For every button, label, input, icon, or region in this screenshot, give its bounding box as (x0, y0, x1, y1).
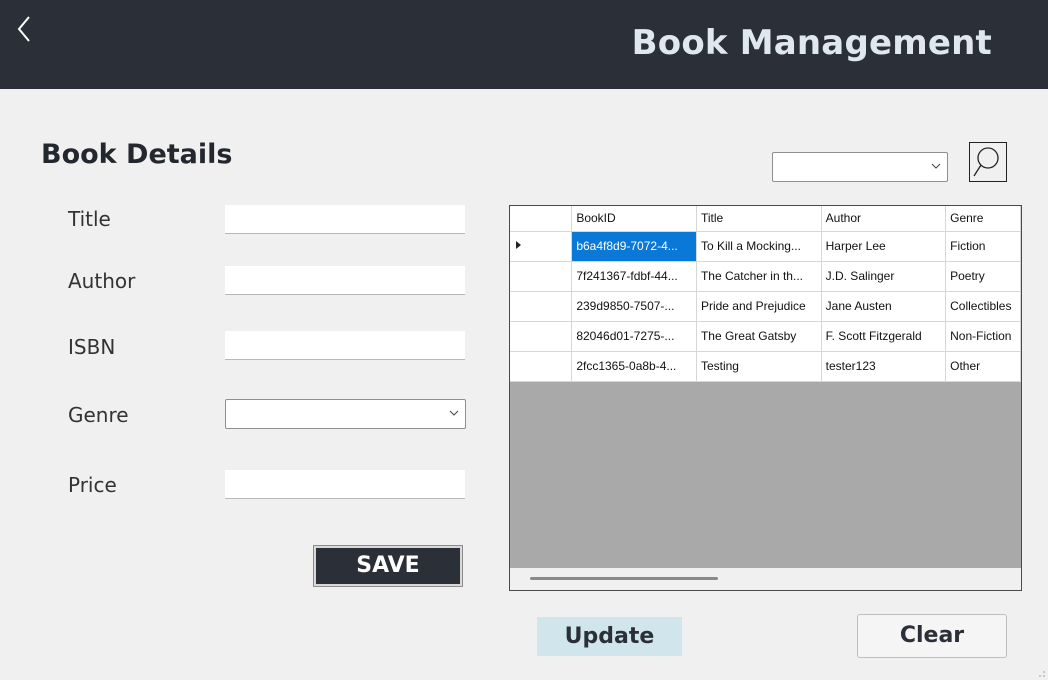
genre-dropdown[interactable] (225, 399, 466, 429)
chevron-down-icon (931, 163, 941, 169)
author-input[interactable] (225, 266, 465, 295)
table-cell[interactable]: 239d9850-7507-... (571, 291, 697, 322)
row-header[interactable] (510, 261, 573, 292)
chevron-down-icon (449, 410, 459, 416)
table-cell[interactable]: Testing (696, 351, 822, 382)
isbn-label: ISBN (68, 335, 116, 359)
price-input[interactable] (225, 470, 465, 499)
books-table: BookID Title Author Genre b6a4f8d9-7072-… (510, 206, 1021, 382)
update-button[interactable]: Update (537, 617, 682, 656)
title-bar: Book Management (0, 0, 1048, 89)
table-row[interactable]: 82046d01-7275-... The Great Gatsby F. Sc… (510, 321, 1021, 352)
chevron-left-icon (17, 16, 30, 42)
resize-grip-icon[interactable] (1038, 670, 1046, 678)
current-row-arrow-icon (516, 241, 521, 249)
table-cell[interactable]: Other (945, 351, 1021, 382)
search-dropdown[interactable] (772, 152, 948, 182)
table-cell[interactable]: The Great Gatsby (696, 321, 822, 352)
table-cell[interactable]: b6a4f8d9-7072-4... (571, 231, 697, 262)
horizontal-scrollbar[interactable] (510, 568, 1021, 590)
genre-label: Genre (68, 403, 129, 427)
table-cell[interactable]: Pride and Prejudice (696, 291, 822, 322)
price-label: Price (68, 473, 117, 497)
column-header-genre[interactable]: Genre (945, 206, 1021, 232)
section-title: Book Details (41, 139, 233, 170)
clear-button[interactable]: Clear (857, 614, 1007, 658)
table-cell[interactable]: Collectibles (945, 291, 1021, 322)
table-cell[interactable]: Non-Fiction (945, 321, 1021, 352)
table-cell[interactable]: F. Scott Fitzgerald (821, 321, 947, 352)
table-cell[interactable]: J.D. Salinger (821, 261, 947, 292)
author-label: Author (68, 269, 136, 293)
table-cell[interactable]: The Catcher in th... (696, 261, 822, 292)
column-header-author[interactable]: Author (821, 206, 947, 232)
table-row[interactable]: 239d9850-7507-... Pride and Prejudice Ja… (510, 291, 1021, 322)
table-header-row: BookID Title Author Genre (510, 206, 1021, 232)
table-cell[interactable]: 2fcc1365-0a8b-4... (571, 351, 697, 382)
row-header[interactable] (510, 291, 573, 322)
search-button[interactable] (969, 142, 1007, 182)
page-title: Book Management (631, 23, 992, 63)
row-header[interactable] (510, 231, 573, 262)
column-header-title[interactable]: Title (696, 206, 822, 232)
table-cell[interactable]: To Kill a Mocking... (696, 231, 822, 262)
row-header-corner (510, 206, 573, 232)
save-button[interactable]: SAVE (313, 545, 463, 587)
table-cell[interactable]: tester123 (821, 351, 947, 382)
table-cell[interactable]: Jane Austen (821, 291, 947, 322)
table-cell[interactable]: Poetry (945, 261, 1021, 292)
table-row[interactable]: 2fcc1365-0a8b-4... Testing tester123 Oth… (510, 351, 1021, 382)
table-row[interactable]: 7f241367-fdbf-44... The Catcher in th...… (510, 261, 1021, 292)
title-input[interactable] (225, 205, 465, 234)
isbn-input[interactable] (225, 331, 465, 360)
table-cell[interactable]: 82046d01-7275-... (571, 321, 697, 352)
row-header[interactable] (510, 321, 573, 352)
back-button[interactable] (12, 12, 38, 46)
books-grid[interactable]: BookID Title Author Genre b6a4f8d9-7072-… (509, 205, 1022, 591)
title-label: Title (68, 207, 111, 231)
row-header[interactable] (510, 351, 573, 382)
table-cell[interactable]: 7f241367-fdbf-44... (571, 261, 697, 292)
table-cell[interactable]: Fiction (945, 231, 1021, 262)
search-icon (973, 147, 999, 177)
column-header-bookid[interactable]: BookID (571, 206, 697, 232)
table-row[interactable]: b6a4f8d9-7072-4... To Kill a Mocking... … (510, 231, 1021, 262)
scrollbar-thumb[interactable] (530, 577, 718, 580)
table-cell[interactable]: Harper Lee (821, 231, 947, 262)
